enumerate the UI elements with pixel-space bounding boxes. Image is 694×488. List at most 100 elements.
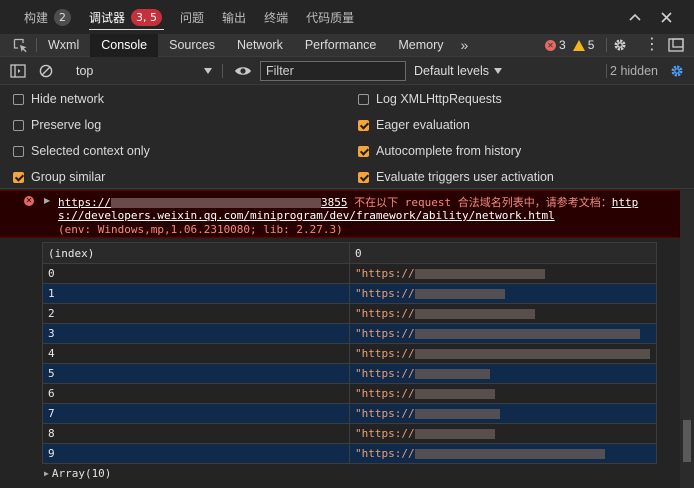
row-value-text: "https:// (355, 267, 415, 280)
console-table: (index) 0 0 "https:// 1 "https:// 2 "https:… (42, 242, 657, 464)
tab-problems[interactable]: 问题 (180, 0, 204, 34)
error-text: 不在以下 request 合法域名列表中，请参考文档： (347, 196, 612, 209)
dropdown-arrow-icon (204, 67, 212, 74)
row-value: "https:// (349, 383, 657, 404)
option-label: Eager evaluation (376, 118, 470, 132)
autocomplete-history-option[interactable]: Autocomplete from history (358, 144, 521, 158)
row-index: 3 (42, 323, 350, 344)
console-output: ✕ ▶ https:// 3855 不在以下 request 合法域名列表中，请参… (0, 190, 680, 488)
row-value: "https:// (349, 443, 657, 464)
chevron-up-icon[interactable] (627, 9, 643, 25)
group-similar-option[interactable]: Group similar (13, 170, 105, 184)
error-count: 3 (559, 38, 566, 52)
tab-terminal[interactable]: 终端 (264, 0, 288, 34)
hidden-messages-count: 2 hidden (610, 63, 658, 78)
console-settings-gear-icon[interactable] (669, 63, 685, 82)
row-index: 5 (42, 363, 350, 384)
option-label: Group similar (31, 170, 106, 184)
row-value: "https:// (349, 343, 657, 364)
option-label: Selected context only (31, 144, 150, 158)
redacted-block (414, 409, 500, 419)
more-tabs-icon[interactable]: » (455, 34, 475, 57)
table-row: 6 "https:// (42, 383, 657, 404)
tab-wxml[interactable]: Wxml (37, 34, 90, 57)
selected-context-option[interactable]: Selected context only (13, 144, 150, 158)
row-value-text: "https:// (355, 347, 415, 360)
eager-evaluation-option[interactable]: Eager evaluation (358, 118, 470, 132)
option-label: Evaluate triggers user activation (376, 170, 554, 184)
redacted-block (414, 289, 505, 299)
warning-count: 5 (587, 38, 595, 52)
checkbox[interactable] (13, 93, 24, 105)
tab-debugger[interactable]: 调试器 3, 5 (89, 0, 165, 34)
table-row: 3 "https:// (42, 323, 657, 344)
array-summary-text: Array(10) (51, 467, 112, 480)
expand-triangle-icon[interactable]: ▶ (44, 469, 49, 478)
divider (222, 63, 223, 78)
doc-link-start[interactable]: http (612, 196, 639, 209)
array-summary[interactable]: ▶ Array(10) (44, 467, 111, 480)
panel-tab-bar: 构建 2 调试器 3, 5 问题 输出 终端 代码质量 (0, 0, 694, 34)
error-env: (env: Windows,mp,1.06.2310080; lib: 2.27… (58, 223, 343, 236)
row-value-text: "https:// (355, 307, 415, 320)
tab-console[interactable]: Console (90, 33, 159, 57)
redacted-block (414, 269, 545, 279)
filter-field[interactable] (260, 60, 406, 81)
error-message: ✕ ▶ https:// 3855 不在以下 request 合法域名列表中，请参… (0, 190, 680, 238)
table-row: 2 "https:// (42, 303, 657, 324)
tab-code-quality[interactable]: 代码质量 (306, 0, 354, 34)
checkbox-checked[interactable] (13, 171, 24, 183)
option-label: Autocomplete from history (376, 144, 522, 158)
row-value-text: "https:// (355, 387, 415, 400)
console-scrollbar[interactable] (680, 190, 694, 488)
tab-build[interactable]: 构建 2 (24, 0, 72, 34)
close-icon[interactable] (658, 9, 674, 25)
gear-icon[interactable] (612, 37, 628, 56)
divider (606, 38, 607, 52)
more-options-icon[interactable]: ⋮ (644, 37, 660, 53)
log-xhr-option[interactable]: Log XMLHttpRequests (358, 92, 502, 106)
tab-network[interactable]: Network (226, 34, 294, 57)
tab-memory[interactable]: Memory (387, 34, 454, 57)
inspect-element-icon[interactable] (0, 34, 40, 57)
checkbox-checked[interactable] (358, 119, 369, 131)
request-url-start[interactable]: https:// (58, 196, 111, 209)
table-row: 5 "https:// (42, 363, 657, 384)
context-value: top (76, 63, 94, 78)
context-selector[interactable]: top (70, 61, 218, 81)
checkbox[interactable] (358, 93, 369, 105)
option-label: Hide network (31, 92, 104, 106)
column-header-value[interactable]: 0 (349, 242, 657, 264)
row-value: "https:// (349, 323, 657, 344)
eye-icon[interactable] (229, 57, 257, 85)
build-badge: 2 (54, 8, 72, 26)
checkbox-checked[interactable] (358, 171, 369, 183)
preserve-log-option[interactable]: Preserve log (13, 118, 101, 132)
tab-output[interactable]: 输出 (222, 0, 246, 34)
checkbox[interactable] (13, 119, 24, 131)
log-levels-dropdown[interactable]: Default levels (414, 64, 503, 78)
dropdown-arrow-icon (494, 67, 503, 74)
row-value-text: "https:// (355, 427, 415, 440)
doc-link-rest[interactable]: s://developers.weixin.qq.com/miniprogram… (58, 209, 555, 222)
devtools-tab-bar: Wxml Console Sources Network Performance… (0, 33, 694, 57)
redacted-block (414, 429, 495, 439)
checkbox-checked[interactable] (358, 145, 369, 157)
tab-build-label: 构建 (24, 10, 49, 25)
dock-icon[interactable] (668, 38, 684, 55)
row-value-text: "https:// (355, 367, 415, 380)
scrollbar-thumb[interactable] (683, 420, 691, 462)
request-url-end[interactable]: 3855 (321, 196, 348, 209)
table-row: 4 "https:// (42, 343, 657, 364)
filter-input[interactable] (266, 63, 405, 78)
checkbox[interactable] (13, 145, 24, 157)
sidebar-toggle-icon[interactable] (4, 57, 32, 85)
hide-network-option[interactable]: Hide network (13, 92, 104, 106)
clear-console-icon[interactable] (32, 57, 60, 85)
expand-triangle-icon[interactable]: ▶ (44, 196, 50, 205)
tab-performance[interactable]: Performance (294, 34, 388, 57)
evaluate-triggers-option[interactable]: Evaluate triggers user activation (358, 170, 554, 184)
column-header-index[interactable]: (index) (42, 242, 350, 264)
tab-sources[interactable]: Sources (158, 34, 226, 57)
issue-counter[interactable]: ✕ 3 5 (545, 38, 594, 52)
